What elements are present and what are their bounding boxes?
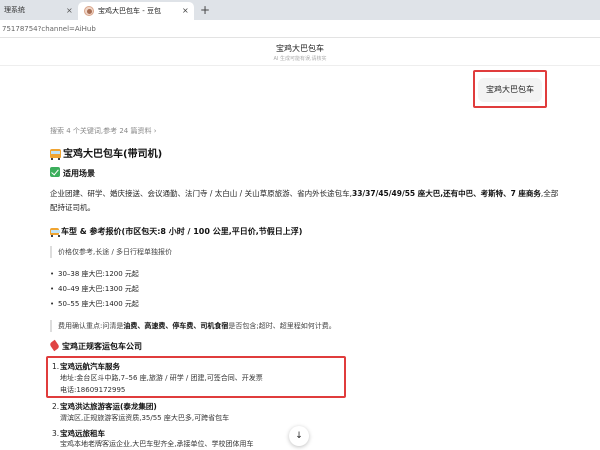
- tab-previous-close-icon[interactable]: ×: [66, 3, 73, 18]
- price-item: 40–49 座大巴:1300 元起: [50, 283, 139, 295]
- doubao-favicon-icon: [84, 6, 94, 16]
- search-references-link[interactable]: 搜索 4 个关键词,参考 24 篇资料 ›: [50, 126, 157, 136]
- scroll-down-button[interactable]: ↓: [289, 426, 309, 446]
- pricing-heading: 车型 & 参考报价(市区包天:8 小时 / 100 公里,平日价,节假日上浮): [50, 226, 302, 237]
- tab-active[interactable]: 宝鸡大巴包车 - 豆包 ×: [78, 2, 194, 20]
- phone-icon: [50, 341, 59, 350]
- tab-active-title: 宝鸡大巴包车 - 豆包: [98, 7, 161, 15]
- tab-previous[interactable]: 理系统: [0, 3, 70, 18]
- check-icon: [50, 167, 60, 177]
- price-item: 50–55 座大巴:1400 元起: [50, 298, 139, 310]
- price-item: 30–38 座大巴:1200 元起: [50, 268, 139, 280]
- answer-heading: 宝鸡大巴包车(带司机): [50, 145, 162, 160]
- company-item: 2.宝鸡洪达旅游客运(泰龙集团): [52, 402, 157, 411]
- company-item: 3.宝鸡远旅租车: [52, 429, 105, 438]
- chat-header: 宝鸡大巴包车 AI 生成可能有误,请核实: [0, 38, 600, 66]
- address-bar[interactable]: 75178754?channel=AiHub: [0, 20, 600, 38]
- chat-title: 宝鸡大巴包车: [276, 44, 324, 53]
- companies-heading: 宝鸡正规客运包车公司: [50, 341, 142, 352]
- cost-confirm-note: 费用确认重点:问清是油费、高速费、停车费、司机食宿是否包含;超时、超里程如何计费…: [50, 320, 336, 332]
- scenes-paragraph: 企业团建、研学、婚庆接送、会议通勤、法门寺 / 太白山 / 关山草原旅游、省内外…: [50, 189, 559, 212]
- tab-bar: 理系统 × 宝鸡大巴包车 - 豆包 × +: [0, 0, 600, 20]
- chat-disclaimer: AI 生成可能有误,请核实: [273, 56, 327, 62]
- new-tab-button[interactable]: +: [200, 1, 210, 19]
- company-address: 宝鸡本地老牌客运企业,大巴车型齐全,承接单位、学校团体用车: [60, 440, 254, 448]
- scenes-heading: 适用场景: [50, 167, 95, 179]
- highlight-box-user-message: [473, 70, 547, 108]
- bus-icon: [50, 228, 60, 237]
- company-address: 渭滨区,正规旅游客运资质,35/55 座大巴多,可跨省包车: [60, 414, 230, 422]
- address-url[interactable]: 75178754?channel=AiHub: [2, 20, 96, 38]
- pricing-note: 价格仅参考,长途 / 多日行程单独报价: [50, 246, 172, 258]
- highlight-box-company: [46, 356, 346, 398]
- bus-icon: [50, 149, 61, 160]
- tab-close-icon[interactable]: ×: [182, 2, 189, 20]
